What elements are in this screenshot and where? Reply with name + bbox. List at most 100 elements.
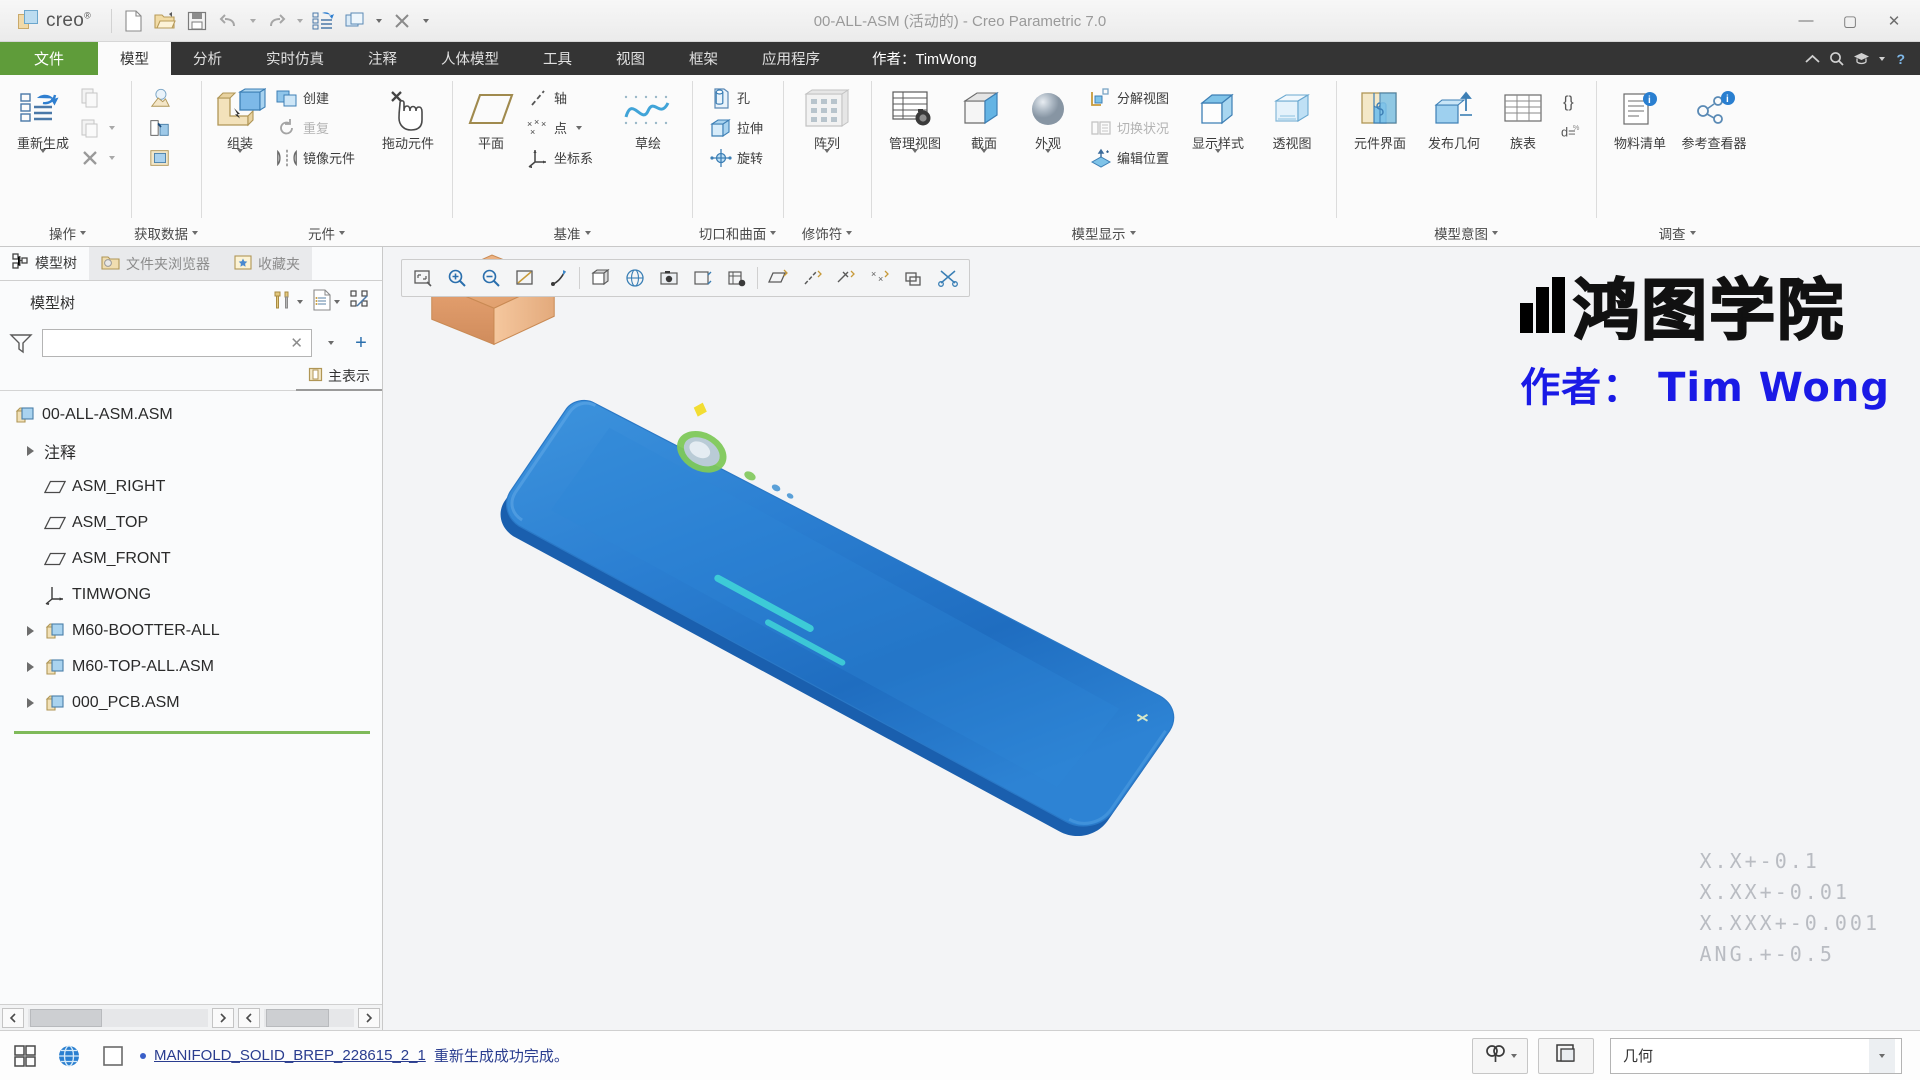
datum-display-points-icon[interactable] bbox=[830, 262, 863, 294]
tab-analysis[interactable]: 分析 bbox=[171, 42, 244, 75]
close-window-icon[interactable] bbox=[387, 6, 417, 36]
expand-arrow-icon[interactable] bbox=[22, 446, 38, 456]
explode-view-button[interactable]: 分解视图 bbox=[1087, 83, 1174, 112]
view-manager-icon[interactable] bbox=[720, 262, 753, 294]
main-representation-tab[interactable]: 主表示 bbox=[296, 363, 382, 391]
delete-button[interactable] bbox=[76, 143, 123, 172]
tree-node-asm-right[interactable]: ASM_RIGHT bbox=[0, 469, 382, 505]
zoom-out-icon[interactable] bbox=[474, 262, 507, 294]
assemble-button[interactable]: 组装 bbox=[209, 81, 271, 177]
publish-geometry-button[interactable]: 发布几何 bbox=[1418, 81, 1490, 177]
selection-filter-caret-icon[interactable] bbox=[1869, 1038, 1895, 1073]
open-file-icon[interactable] bbox=[150, 6, 180, 36]
tab-model-tree[interactable]: 模型树 bbox=[0, 247, 89, 280]
toggle-status-button[interactable]: 切换状况 bbox=[1087, 113, 1174, 142]
model-tree[interactable]: 00-ALL-ASM.ASM 注释 ASM_RIGHT ASM_TOP ASM_… bbox=[0, 391, 382, 1004]
bill-of-materials-button[interactable]: i 物料清单 bbox=[1604, 81, 1676, 177]
graphics-window[interactable]: × × 鸿图学院 作者： Tim Wong X.X+-0.1 X.XX+-0.0… bbox=[383, 247, 1920, 1030]
merge-button[interactable] bbox=[146, 143, 176, 172]
copy-button[interactable] bbox=[76, 83, 123, 112]
model-tree-filter-input[interactable] bbox=[51, 335, 287, 351]
search-tool-button[interactable] bbox=[1472, 1037, 1528, 1074]
edit-position-button[interactable]: 编辑位置 bbox=[1087, 143, 1174, 172]
assemble-caret-icon[interactable] bbox=[237, 148, 243, 171]
zoom-in-icon[interactable] bbox=[440, 262, 473, 294]
spin-cut-icon[interactable] bbox=[932, 262, 965, 294]
perspective-view-button[interactable]: 透视图 bbox=[1256, 81, 1328, 177]
section-button[interactable]: 截面 bbox=[953, 81, 1015, 177]
help-icon[interactable]: ? bbox=[1894, 51, 1908, 67]
relations-button[interactable]: {} bbox=[1558, 87, 1588, 116]
create-component-button[interactable]: 创建 bbox=[273, 83, 360, 112]
get-data-group-title[interactable]: 获取数据 bbox=[134, 220, 198, 246]
saved-orientation-icon[interactable] bbox=[618, 262, 651, 294]
perspective-toggle-icon[interactable] bbox=[686, 262, 719, 294]
new-file-icon[interactable] bbox=[118, 6, 148, 36]
tab-live-simulation[interactable]: 实时仿真 bbox=[244, 42, 346, 75]
extrude-button[interactable]: 拉伸 bbox=[707, 113, 768, 142]
undo-icon[interactable] bbox=[214, 6, 244, 36]
tree-columns-button[interactable] bbox=[346, 286, 374, 319]
mirror-component-button[interactable]: 镜像元件 bbox=[273, 143, 360, 172]
filter-dropdown-caret-icon[interactable] bbox=[320, 341, 342, 345]
pattern-button[interactable]: 阵列 bbox=[796, 81, 858, 177]
datum-plane-button[interactable]: 平面 bbox=[460, 81, 522, 177]
datum-axis-button[interactable]: 轴 bbox=[524, 83, 598, 112]
cut-surface-group-title[interactable]: 切口和曲面 bbox=[695, 220, 780, 246]
selection-filter-select[interactable]: 几何 bbox=[1610, 1037, 1902, 1074]
scroll-thumb-2[interactable] bbox=[266, 1008, 329, 1027]
delete-caret-icon[interactable] bbox=[106, 147, 118, 169]
family-table-button[interactable]: 族表 bbox=[1492, 81, 1554, 177]
parameters-button[interactable]: d=% bbox=[1558, 117, 1588, 146]
datum-point-button[interactable]: × × × × 点 bbox=[524, 113, 598, 142]
tree-node-m60-bootter-all[interactable]: M60-BOOTTER-ALL bbox=[0, 613, 382, 649]
tab-model[interactable]: 模型 bbox=[98, 42, 171, 75]
coordinate-system-button[interactable]: 坐标系 bbox=[524, 143, 598, 172]
paste-caret-icon[interactable] bbox=[106, 117, 118, 139]
section-caret-icon[interactable] bbox=[981, 148, 988, 171]
scroll-left-arrow-icon[interactable] bbox=[2, 1007, 24, 1028]
tree-node-asm-top[interactable]: ASM_TOP bbox=[0, 505, 382, 541]
hole-button[interactable]: 孔 bbox=[707, 83, 768, 112]
display-style-caret-icon[interactable] bbox=[1215, 148, 1222, 171]
model-tree-filter-field[interactable]: ✕ bbox=[42, 329, 312, 357]
tab-annotate[interactable]: 注释 bbox=[346, 42, 419, 75]
expand-arrow-icon[interactable] bbox=[22, 626, 38, 636]
clear-filter-icon[interactable]: ✕ bbox=[286, 334, 307, 352]
tree-node-asm-front[interactable]: ASM_FRONT bbox=[0, 541, 382, 577]
model-display-group-title[interactable]: 模型显示 bbox=[874, 220, 1333, 246]
manage-views-caret-icon[interactable] bbox=[912, 148, 919, 171]
modifier-group-title[interactable]: 修饰符 bbox=[786, 220, 868, 246]
tree-node-assembly-root[interactable]: 00-ALL-ASM.ASM bbox=[0, 397, 382, 433]
snapshot-button[interactable] bbox=[1538, 1037, 1594, 1074]
window-switch-icon[interactable] bbox=[340, 6, 370, 36]
window-icon[interactable] bbox=[96, 1039, 130, 1073]
tree-display-button[interactable] bbox=[309, 286, 343, 319]
window-dropdown-caret-icon[interactable] bbox=[372, 7, 385, 35]
appearance-button[interactable]: 外观 bbox=[1017, 81, 1079, 177]
refit-icon[interactable] bbox=[406, 262, 439, 294]
component-interface-button[interactable]: 元件界面 bbox=[1344, 81, 1416, 177]
pattern-caret-icon[interactable] bbox=[824, 148, 831, 171]
scroll-left-arrow-2-icon[interactable] bbox=[238, 1007, 260, 1028]
tree-node-000-pcb[interactable]: 000_PCB.ASM bbox=[0, 685, 382, 721]
model-intent-group-title[interactable]: 模型意图 bbox=[1339, 220, 1593, 246]
display-style-button[interactable]: 显示样式 bbox=[1182, 81, 1254, 177]
datum-display-axes-icon[interactable] bbox=[796, 262, 829, 294]
datum-point-caret-icon[interactable] bbox=[572, 117, 586, 139]
scroll-track-2[interactable] bbox=[264, 1008, 354, 1027]
tab-applications[interactable]: 应用程序 bbox=[740, 42, 842, 75]
tree-node-timwong-csys[interactable]: TIMWONG bbox=[0, 577, 382, 613]
tab-human-model[interactable]: 人体模型 bbox=[419, 42, 521, 75]
expand-arrow-icon[interactable] bbox=[22, 698, 38, 708]
revolve-button[interactable]: 旋转 bbox=[707, 143, 768, 172]
manage-views-button[interactable]: 管理视图 bbox=[879, 81, 951, 177]
shrinkwrap-button[interactable] bbox=[146, 113, 176, 142]
tree-node-m60-top-all[interactable]: M60-TOP-ALL.ASM bbox=[0, 649, 382, 685]
undo-dropdown-caret-icon[interactable] bbox=[246, 7, 259, 35]
redo-icon[interactable] bbox=[261, 6, 291, 36]
spin-center-icon[interactable] bbox=[542, 262, 575, 294]
tree-node-annotations[interactable]: 注释 bbox=[0, 433, 382, 469]
datum-display-csys-icon[interactable]: × × bbox=[864, 262, 897, 294]
collapse-ribbon-icon[interactable] bbox=[1805, 54, 1820, 64]
